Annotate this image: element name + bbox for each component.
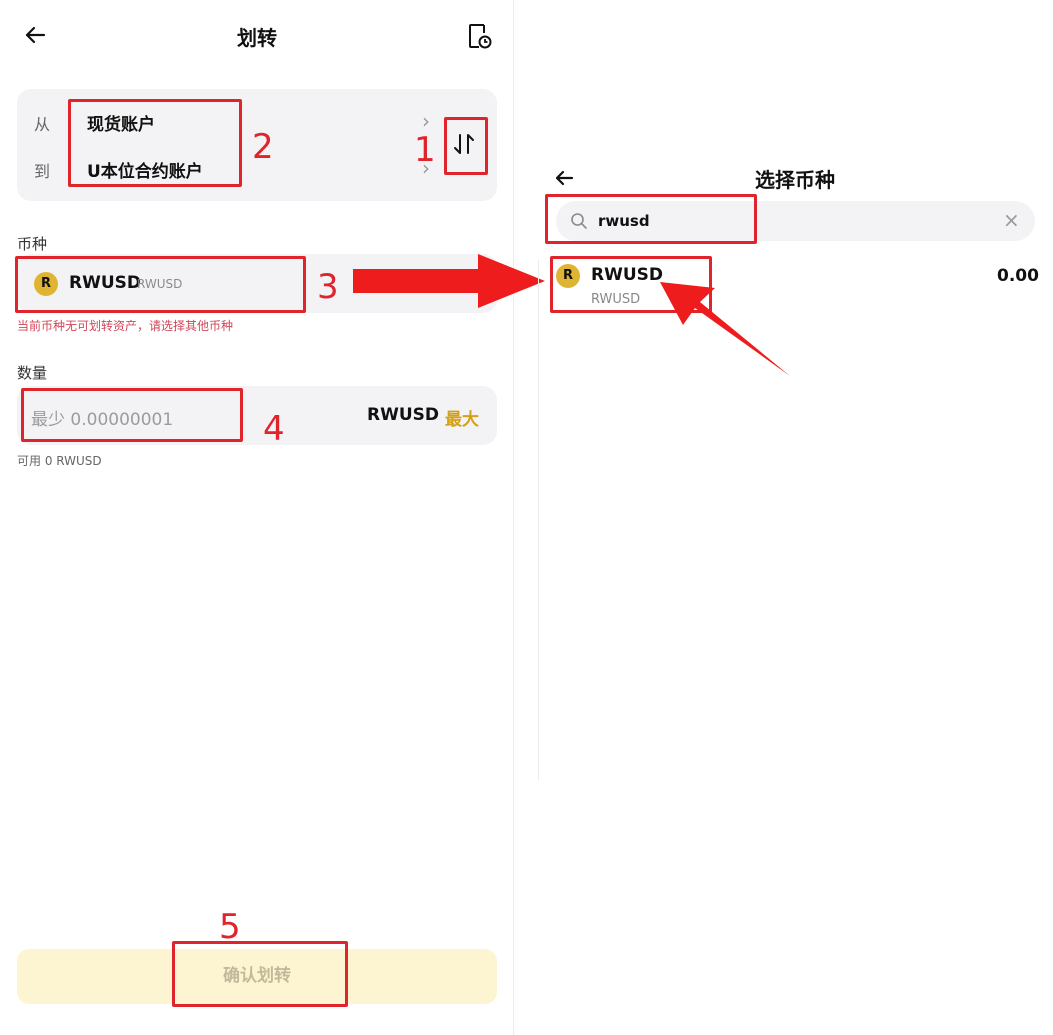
to-label: 到 xyxy=(34,162,51,181)
panel-divider xyxy=(538,260,539,780)
amount-section-label: 数量 xyxy=(17,364,48,382)
coin-section-label: 币种 xyxy=(17,235,48,253)
select-coin-title: 选择币种 xyxy=(755,168,835,192)
page-title: 划转 xyxy=(237,26,277,50)
annotation-box-search xyxy=(545,194,757,244)
transfer-panel: 划转 从 现货账户 › 到 U本位合约账户 › 2 1 币种 R RWUSD R… xyxy=(0,0,514,1035)
annotation-arrow-icon xyxy=(353,254,545,308)
max-button[interactable]: 最大 xyxy=(445,405,479,430)
annotation-box-5 xyxy=(172,941,348,1007)
available-balance: 可用 0 RWUSD xyxy=(17,454,102,468)
from-label: 从 xyxy=(34,115,51,134)
annotation-number-4: 4 xyxy=(263,409,285,449)
annotation-box-4 xyxy=(21,388,243,442)
annotation-pointer-icon xyxy=(660,282,790,376)
amount-unit: RWUSD xyxy=(367,405,440,425)
annotation-box-1 xyxy=(444,117,488,175)
annotation-number-5: 5 xyxy=(219,907,241,947)
annotation-box-3 xyxy=(15,256,306,313)
annotation-number-3: 3 xyxy=(317,267,339,307)
annotation-number-1: 1 xyxy=(414,130,436,170)
clear-search-icon[interactable]: × xyxy=(1003,208,1020,232)
history-record-icon[interactable] xyxy=(467,22,493,50)
coin-error-message: 当前币种无可划转资产，请选择其他币种 xyxy=(17,319,234,333)
annotation-number-2: 2 xyxy=(252,127,274,167)
result-coin-balance: 0.00 xyxy=(997,266,1039,286)
annotation-box-2 xyxy=(68,99,242,187)
